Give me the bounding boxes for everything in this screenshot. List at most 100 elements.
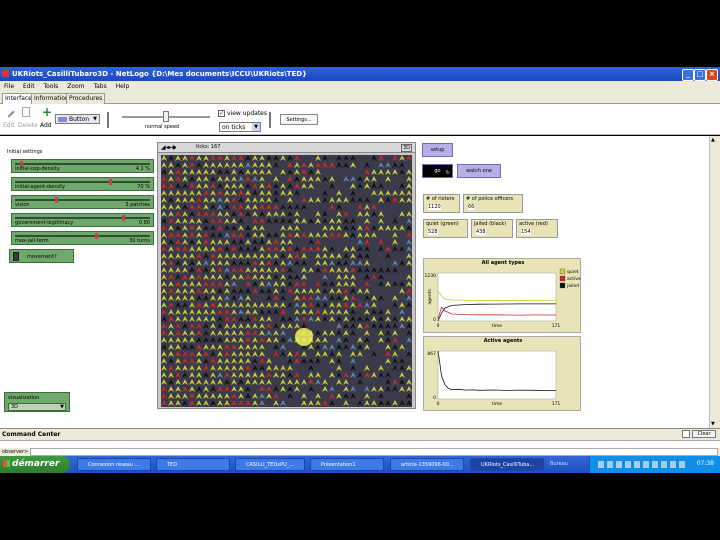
tab-bar: Interface Information Procedures [0,92,720,104]
menu-file[interactable]: File [4,83,14,90]
speed-slider[interactable] [122,111,210,122]
watch-one-button[interactable]: watch one [457,164,501,178]
y-tick-label-max: 1230 [425,273,437,279]
go-button[interactable]: go ↻ [422,164,453,178]
observer-prompt: observer> [2,449,29,455]
movement-switch[interactable]: movement? [9,249,74,263]
widget-type-select[interactable]: Button ▼ [55,114,100,124]
monitor-value: 528 [428,229,438,235]
task-ukriots-netlogo[interactable]: UKRiots_CasilliTuba... [470,458,544,471]
setup-button[interactable]: setup [422,143,453,157]
close-icon[interactable]: × [706,69,718,81]
task-casilli-ted[interactable]: CASILLI_TEDxPU_... [235,458,305,471]
legend-label-active: active [567,276,581,282]
initial-settings-panel: Initial settings initial-cop-density 4.1… [4,146,154,263]
edit-button[interactable]: Edit [3,122,15,129]
legend-swatch-jailed [559,282,566,289]
start-button[interactable]: démarrer [0,456,70,473]
visualization-value: 3D [11,404,19,410]
monitor-label: # of police officers [466,196,513,202]
visualization-chooser[interactable]: visualization 3D ▼ [4,392,70,412]
command-input[interactable] [30,448,718,456]
clear-button[interactable]: Clear [692,430,716,438]
x-tick-label-max: 171 [552,401,561,407]
tab-procedures[interactable]: Procedures [66,93,106,104]
x-axis-label: time [492,323,502,329]
view-controls-icon[interactable]: ◢◂▸◆ [161,144,176,151]
slider-knob[interactable] [108,179,112,185]
plot-active-agents: Active agents 867 0 0 171 time [423,336,581,411]
plot-area [437,350,557,400]
command-center: Command Center Clear observer> [0,428,720,456]
speed-slider-knob[interactable] [163,111,169,122]
plot-canvas: 1230 00 171 time agents quietactivejailed [425,268,581,329]
add-button[interactable]: Add [40,122,52,129]
task-article[interactable]: article-1359096-00... [390,458,464,471]
task-ted-folder[interactable]: TED [156,458,230,471]
slider-initial-agent-density[interactable]: initial-agent-density 70 % [11,177,154,191]
pencil-icon [3,106,15,118]
window-title: UKRiots_CasilliTubaro3D - NetLogo {D:\Me… [12,70,308,78]
slider-value: 70 % [137,184,150,190]
monitor-label: active (red) [519,221,548,227]
switch-toggle[interactable] [13,252,19,261]
slider-knob[interactable] [122,215,126,221]
slider-knob[interactable] [55,197,59,203]
monitor-label: jailed (black) [474,221,507,227]
menu-zoom[interactable]: Zoom [67,83,84,90]
slider-government-legitimacy[interactable]: government-legitimacy 0.80 [11,213,154,227]
world-canvas[interactable] [161,155,412,407]
menu-edit[interactable]: Edit [23,83,35,90]
plus-icon: + [42,105,53,119]
system-tray: 07:38 [589,456,720,473]
settings-button[interactable]: Settings... [280,114,318,125]
slider-vision[interactable]: vision 3 patches [11,195,154,209]
slider-max-jail-term[interactable]: max-jail-term 30 turns [11,231,154,245]
maximize-icon[interactable]: □ [694,69,706,81]
visualization-label: visualization [8,395,40,401]
toolbar-divider [269,112,271,128]
chevron-down-icon: ▼ [93,116,97,122]
slider-track [15,217,150,219]
update-mode-select[interactable]: on ticks ▼ [219,122,261,132]
start-label: démarrer [12,459,60,469]
expand-icon[interactable] [682,430,690,438]
workspace-scrollbar[interactable]: ▲ ▼ [709,136,720,428]
slider-track [15,181,150,183]
command-output [0,440,720,448]
chevron-down-icon: ▼ [252,123,260,131]
toolbar-divider [107,112,109,128]
speed-label: normal speed [145,124,180,130]
y-tick-label-max: 867 [427,351,436,357]
x-tick-label-min: 0 [437,401,440,407]
slider-label: vision [15,202,30,208]
delete-button[interactable]: Delete [18,122,38,129]
monitor-rioters: # of rioters 1120 [423,194,460,213]
task-connexion-reseau[interactable]: Connexion réseau ... [77,458,151,471]
menu-bar: File Edit Tools Zoom Tabs Help [0,81,720,92]
slider-knob[interactable] [95,233,99,239]
tab-interface[interactable]: Interface [2,93,35,104]
x-tick-label-max: 171 [552,323,561,329]
view-updates-checkbox[interactable]: ✓ [218,110,225,117]
minimize-icon[interactable]: _ [682,69,694,81]
bureau-toolbar[interactable]: Bureau [550,461,568,467]
scroll-down-icon[interactable]: ▼ [711,421,715,427]
legend-swatch-active [559,275,566,282]
button-widget-icon [58,117,67,122]
menu-tools[interactable]: Tools [44,83,59,90]
y-tick-label-min: 0 [433,395,436,401]
slider-track [15,235,150,237]
view-3d-button[interactable]: 3D [400,144,412,152]
slider-initial-cop-density[interactable]: initial-cop-density 4.1 % [11,159,154,173]
widget-type-value: Button [69,116,90,123]
task-presentation1[interactable]: Présentation1 [310,458,384,471]
scroll-up-icon[interactable]: ▲ [711,137,715,143]
menu-help[interactable]: Help [116,83,130,90]
visualization-select[interactable]: 3D ▼ [8,403,66,411]
slider-value: 0.80 [138,220,150,226]
monitor-label: # of rioters [426,196,455,202]
monitor-value: 438 [476,229,486,235]
tray-icons[interactable] [598,461,688,468]
menu-tabs[interactable]: Tabs [93,83,106,90]
